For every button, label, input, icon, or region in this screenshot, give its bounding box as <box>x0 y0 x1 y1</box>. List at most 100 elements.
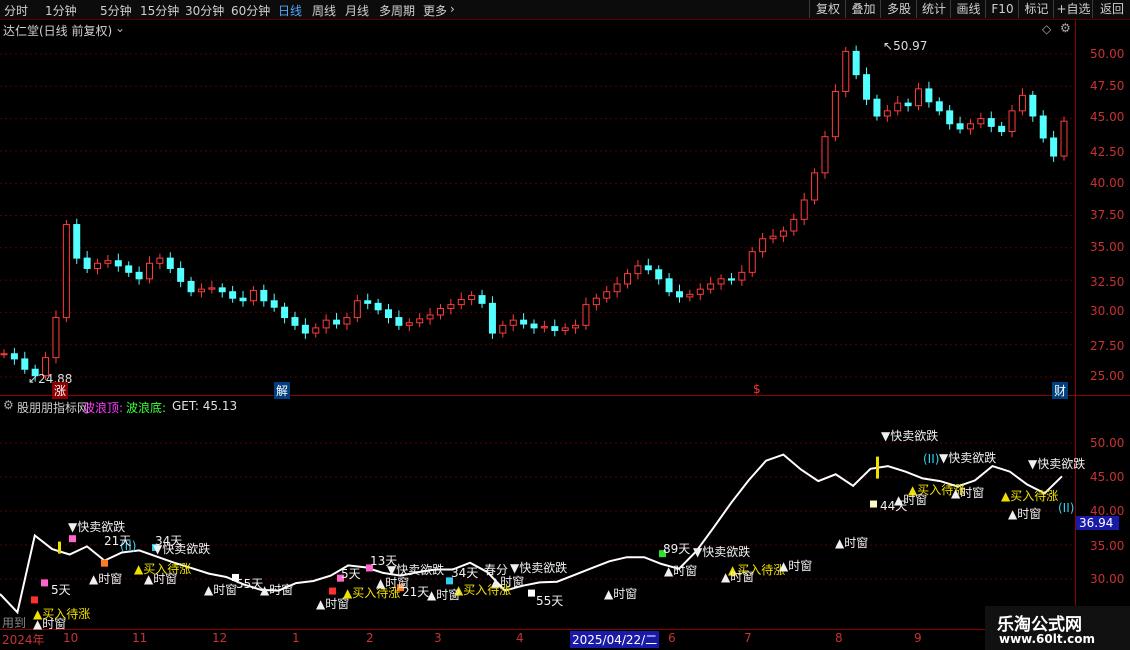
back-button[interactable]: 返回 <box>1092 0 1130 18</box>
day-count-label: 34天 <box>451 566 479 580</box>
window-text: 时窗 <box>42 617 67 631</box>
x-axis-label: 4 <box>516 631 524 645</box>
window-label: ▲时窗 <box>1008 507 1042 521</box>
day-count-label: 55天 <box>536 594 564 608</box>
indicator-y-tick: 35.00 <box>1090 539 1125 553</box>
signal-marker <box>101 559 108 567</box>
window-text: 时窗 <box>98 572 123 586</box>
window-label: ▲时窗 <box>604 587 638 601</box>
day-count-label: 5天 <box>341 567 361 581</box>
x-axis-label: 9 <box>914 631 922 645</box>
window-text: 时窗 <box>1017 507 1042 521</box>
misc-label: 春分 <box>484 563 509 577</box>
signal-marker <box>870 500 877 508</box>
x-axis-label: 11 <box>132 631 148 645</box>
window-label: ▲时窗 <box>427 588 461 602</box>
x-axis-label: 7 <box>744 631 752 645</box>
window-label: ▲时窗 <box>951 486 985 500</box>
x-axis-label: 8 <box>835 631 843 645</box>
day-count-label: 55天 <box>236 577 264 591</box>
window-text: 时窗 <box>613 587 638 601</box>
window-label: ▲时窗 <box>664 564 698 578</box>
cursor-date-label: 2025/04/22/二 <box>570 631 660 648</box>
watermark: 乐淘公式网 www.60lt.com <box>985 606 1130 650</box>
window-text: 时窗 <box>269 583 294 597</box>
signal-marker <box>329 587 336 595</box>
signal-bar <box>876 456 879 479</box>
window-text: 时窗 <box>788 559 813 573</box>
window-label: ▲时窗 <box>721 570 755 584</box>
sell-signal-label: ▼快卖欲跌 <box>693 545 751 559</box>
day-count-label: 21天 <box>402 585 430 599</box>
day-count-label: 44天 <box>880 499 908 513</box>
day-count-label: 89天 <box>663 542 691 556</box>
wave-label: (II) <box>1058 501 1075 515</box>
watermark-url: www.60lt.com <box>999 632 1096 646</box>
y-tick: 50.00 <box>1090 47 1125 61</box>
indicator-axis-line <box>1075 396 1076 629</box>
signal-marker <box>69 535 76 543</box>
window-label: ▲时窗 <box>33 617 67 631</box>
day-count-label: 5天 <box>51 583 71 597</box>
window-label: ▲时窗 <box>204 583 238 597</box>
x-axis-label: 2 <box>366 631 374 645</box>
current-value-badge: 36.94 <box>1076 516 1119 530</box>
sell-signal-text: 快卖欲跌 <box>890 429 939 443</box>
y-tick: 40.00 <box>1090 176 1125 190</box>
price-axis-line <box>1075 20 1076 395</box>
window-text: 时窗 <box>325 597 350 611</box>
window-label: ▲时窗 <box>491 575 525 589</box>
sell-signal-text: 快卖欲跌 <box>77 520 126 534</box>
window-text: 时窗 <box>844 536 869 550</box>
sell-signal-label: ▼快卖欲跌 <box>939 451 997 465</box>
y-tick: 45.00 <box>1090 110 1125 124</box>
signal-bar <box>58 541 61 554</box>
indicator-y-tick: 30.00 <box>1090 572 1125 586</box>
window-text: 时窗 <box>673 564 698 578</box>
window-text: 时窗 <box>213 583 238 597</box>
sell-signal-label: ▼快卖欲跌 <box>68 520 126 534</box>
buy-signal-text: 买入待涨 <box>1010 489 1059 503</box>
day-count-label: 21天 <box>104 534 132 548</box>
indicator-y-tick: 45.00 <box>1090 470 1125 484</box>
window-text: 时窗 <box>730 570 755 584</box>
window-label: ▲时窗 <box>316 597 350 611</box>
signal-marker <box>528 589 535 597</box>
window-text: 时窗 <box>436 588 461 602</box>
signal-marker <box>41 579 48 587</box>
left-hint: 用到 <box>2 616 27 630</box>
sell-signal-text: 快卖欲跌 <box>396 563 445 577</box>
day-count-label: 34天 <box>155 534 183 548</box>
sell-signal-label: ▼快卖欲跌 <box>1028 457 1086 471</box>
indicator-y-tick: 50.00 <box>1090 436 1125 450</box>
x-axis-label: 3 <box>434 631 442 645</box>
sell-signal-text: 快卖欲跌 <box>948 451 997 465</box>
y-tick: 32.50 <box>1090 275 1125 289</box>
x-axis-label: 12 <box>212 631 228 645</box>
y-tick: 35.00 <box>1090 240 1125 254</box>
day-count-label: 13天 <box>370 554 398 568</box>
x-axis-label: 6 <box>668 631 676 645</box>
x-axis-label: 10 <box>63 631 79 645</box>
y-tick: 42.50 <box>1090 145 1125 159</box>
window-label: ▲时窗 <box>779 559 813 573</box>
sell-signal-label: ▼快卖欲跌 <box>510 561 568 575</box>
window-text: 时窗 <box>960 486 985 500</box>
y-tick: 27.50 <box>1090 339 1125 353</box>
buy-signal-label: ▲买入待涨 <box>1001 489 1059 503</box>
x-axis-label: 2024年 <box>2 633 45 647</box>
window-label: ▲时窗 <box>144 572 178 586</box>
sell-signal-label: ▼快卖欲跌 <box>881 429 939 443</box>
y-tick: 30.00 <box>1090 304 1125 318</box>
sell-signal-text: 快卖欲跌 <box>519 561 568 575</box>
sell-signal-text: 快卖欲跌 <box>702 545 751 559</box>
x-axis-label: 1 <box>292 631 300 645</box>
sell-signal-text: 快卖欲跌 <box>1037 457 1086 471</box>
y-tick: 25.00 <box>1090 369 1125 383</box>
y-tick: 47.50 <box>1090 79 1125 93</box>
signal-marker <box>31 596 38 604</box>
window-label: ▲时窗 <box>89 572 123 586</box>
wave-label: (II) <box>923 452 940 466</box>
window-label: ▲时窗 <box>260 583 294 597</box>
window-text: 时窗 <box>500 575 525 589</box>
